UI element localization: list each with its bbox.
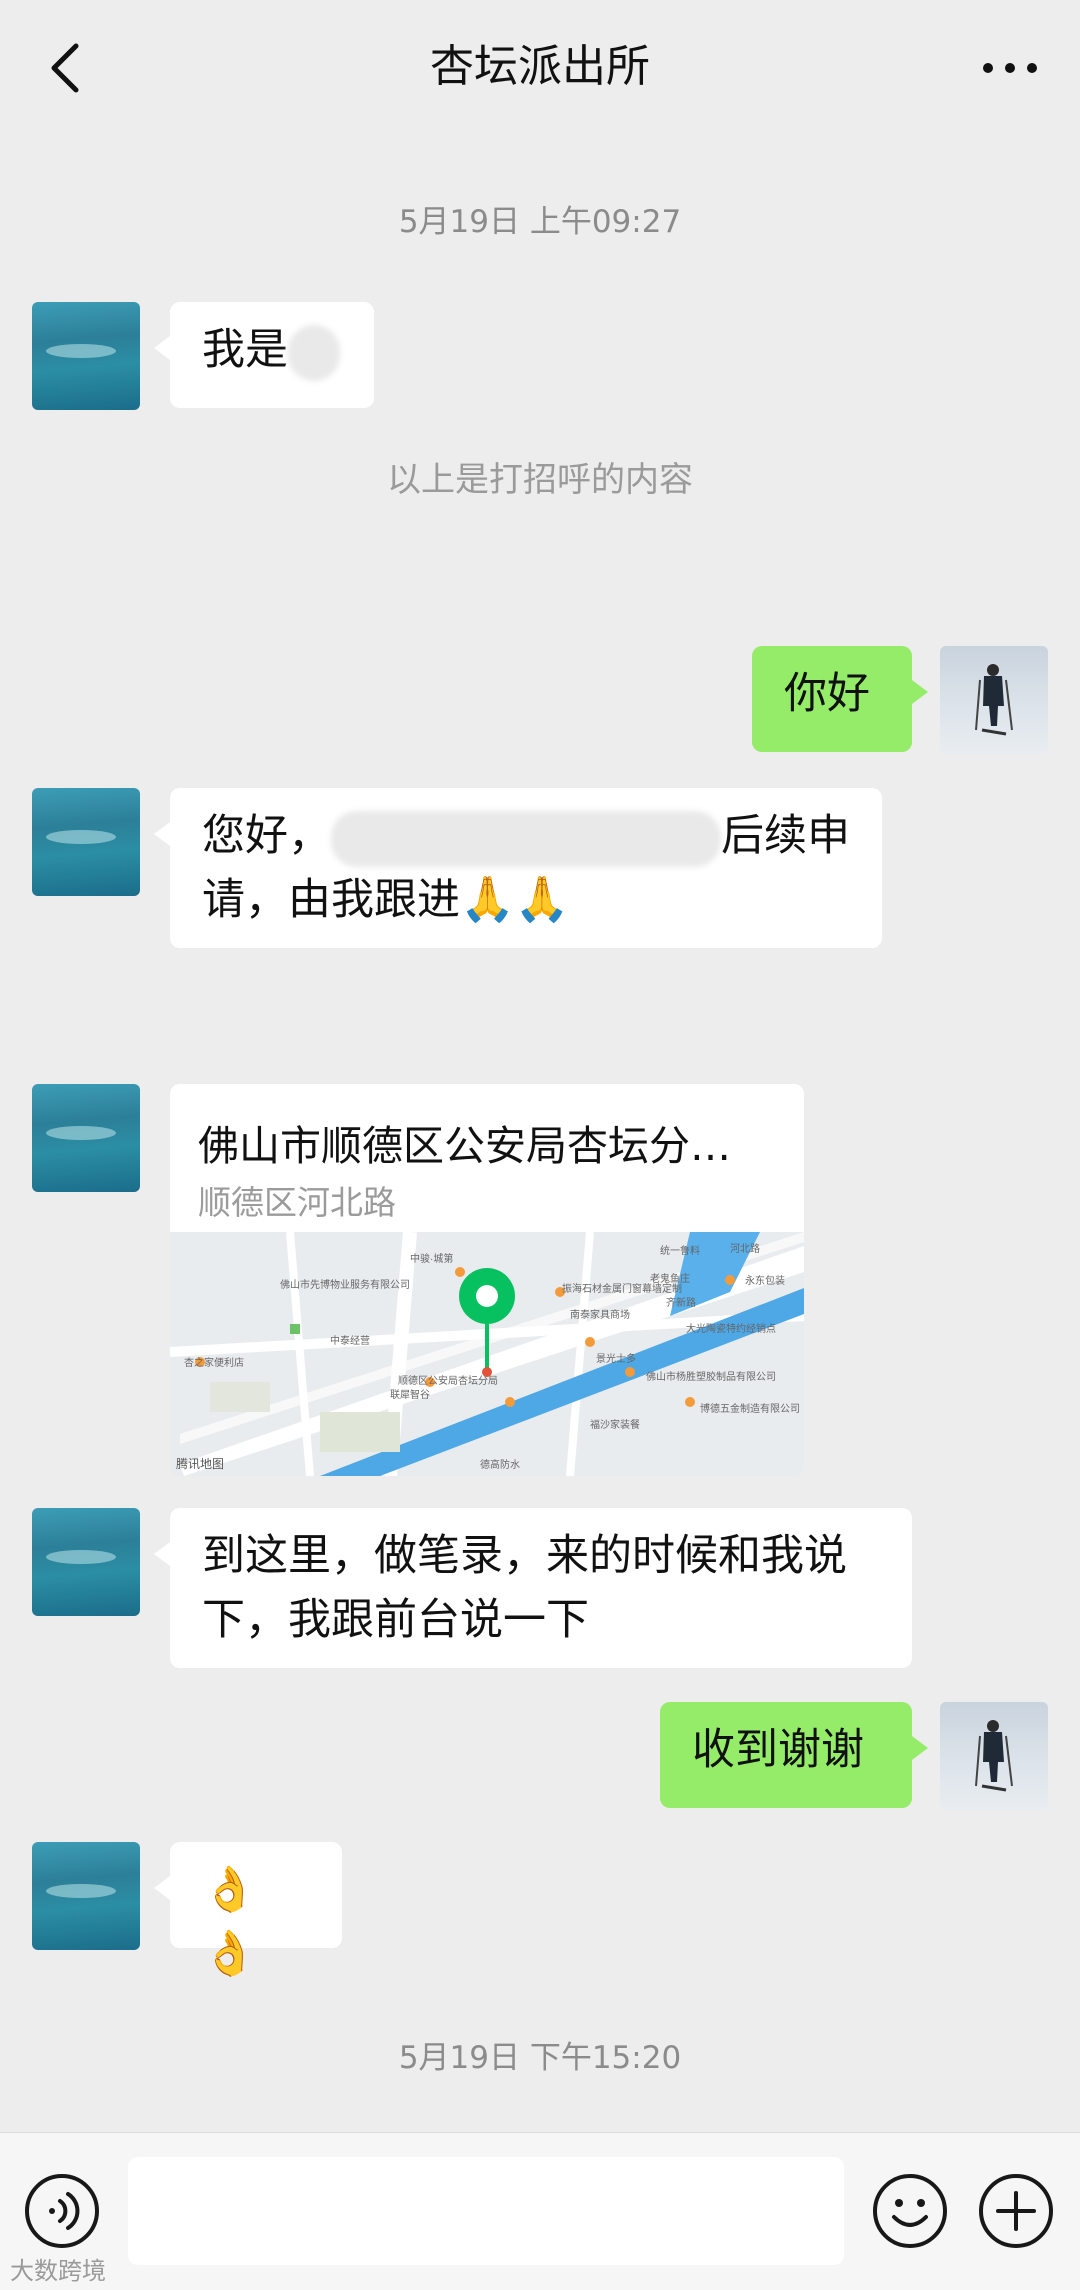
system-message: 以上是打招呼的内容	[387, 460, 693, 500]
chat-title: 杏坛派出所	[430, 41, 650, 92]
message-input[interactable]	[128, 2157, 844, 2265]
map-label: 景光士多	[596, 1352, 636, 1365]
skier-photo	[975, 1720, 1013, 1792]
message-bubble-incoming[interactable]: 我是	[154, 302, 374, 408]
blurred-text	[331, 810, 721, 867]
map-label: 德高防水	[480, 1458, 520, 1471]
message-text: 你好	[784, 669, 870, 719]
message-bubble-incoming[interactable]: 到这里，做笔录，来的时候和我说下，我跟前台说一下	[154, 1508, 912, 1668]
chat-header: 杏坛派出所	[0, 0, 1080, 134]
message-text-part1: 您好，	[202, 811, 331, 861]
map-label: 博德五金制造有限公司	[700, 1402, 800, 1415]
contact-avatar[interactable]	[32, 788, 140, 896]
map-label: 福沙家装餐	[590, 1418, 640, 1431]
location-card[interactable]: 佛山市顺德区公安局杏坛分… 顺德区河北路 佛山市先博物业服务有限公司 振海石材金…	[170, 1084, 804, 1476]
blurred-name	[288, 324, 340, 381]
contact-avatar[interactable]	[32, 302, 140, 410]
contact-avatar[interactable]	[32, 1084, 140, 1192]
message-text: 到这里，做笔录，来的时候和我说下，我跟前台说一下	[202, 1531, 847, 1645]
voice-input-button[interactable]	[22, 2171, 102, 2251]
emoji-ok: 👌👌	[202, 1864, 257, 1979]
map-provider-label: 腾讯地图	[176, 1456, 224, 1471]
message-bubble-outgoing[interactable]: 收到谢谢	[660, 1702, 928, 1808]
map-label: 齐新路	[666, 1296, 696, 1309]
message-text: 收到谢谢	[692, 1725, 864, 1775]
emoji-pray: 🙏🙏	[460, 874, 570, 925]
map-label: 杏之家便利店	[184, 1356, 244, 1369]
map-label: 南泰家具商场	[570, 1308, 630, 1321]
timestamp: 5月19日 下午15:20	[398, 2040, 682, 2076]
map-label: 河北路	[730, 1242, 760, 1255]
timestamp: 5月19日 上午09:27	[398, 204, 682, 240]
map-label: 中骏·城第	[410, 1252, 453, 1265]
map-label: 中泰经营	[330, 1334, 370, 1347]
map-image: 佛山市先博物业服务有限公司 振海石材金属门窗幕墙定制 中骏·城第 统一鲁料 永东…	[170, 1232, 804, 1476]
my-avatar[interactable]	[940, 1702, 1048, 1810]
location-map[interactable]: 佛山市先博物业服务有限公司 振海石材金属门窗幕墙定制 中骏·城第 统一鲁料 永东…	[170, 1232, 804, 1476]
message-bubble-outgoing[interactable]: 你好	[752, 646, 928, 752]
contact-avatar[interactable]	[32, 1842, 140, 1950]
plus-circle-icon	[979, 2174, 1053, 2248]
map-label: 统一鲁料	[660, 1244, 700, 1257]
location-title: 佛山市顺德区公安局杏坛分…	[198, 1122, 731, 1170]
input-bar: 大数跨境	[0, 2132, 1080, 2290]
location-address: 顺德区河北路	[198, 1183, 396, 1222]
map-label: 永东包装	[745, 1274, 785, 1287]
watermark: 大数跨境	[10, 2257, 106, 2285]
map-label: 老鬼鱼庄	[650, 1272, 690, 1285]
map-label: 佛山市先博物业服务有限公司	[280, 1278, 410, 1291]
message-bubble-incoming[interactable]: 👌👌	[154, 1842, 342, 1979]
map-label: 佛山市杨胜塑胶制品有限公司	[646, 1370, 776, 1383]
more-dots-icon	[983, 63, 1037, 73]
smiley-icon	[873, 2174, 947, 2248]
emoji-button[interactable]	[870, 2171, 950, 2251]
voice-icon	[25, 2174, 99, 2248]
contact-avatar[interactable]	[32, 1508, 140, 1616]
message-text: 我是	[202, 325, 288, 375]
map-label: 顺德区公安局杏坛分局	[398, 1374, 498, 1387]
map-label: 大光陶瓷特约经销点	[686, 1322, 776, 1335]
message-bubble-incoming[interactable]: 您好， 后续申请，由我跟进🙏🙏	[154, 788, 882, 948]
map-label: 联犀智谷	[390, 1388, 430, 1401]
more-options-button[interactable]	[970, 38, 1050, 98]
skier-photo	[975, 664, 1013, 736]
my-avatar[interactable]	[940, 646, 1048, 754]
more-functions-button[interactable]	[976, 2171, 1056, 2251]
